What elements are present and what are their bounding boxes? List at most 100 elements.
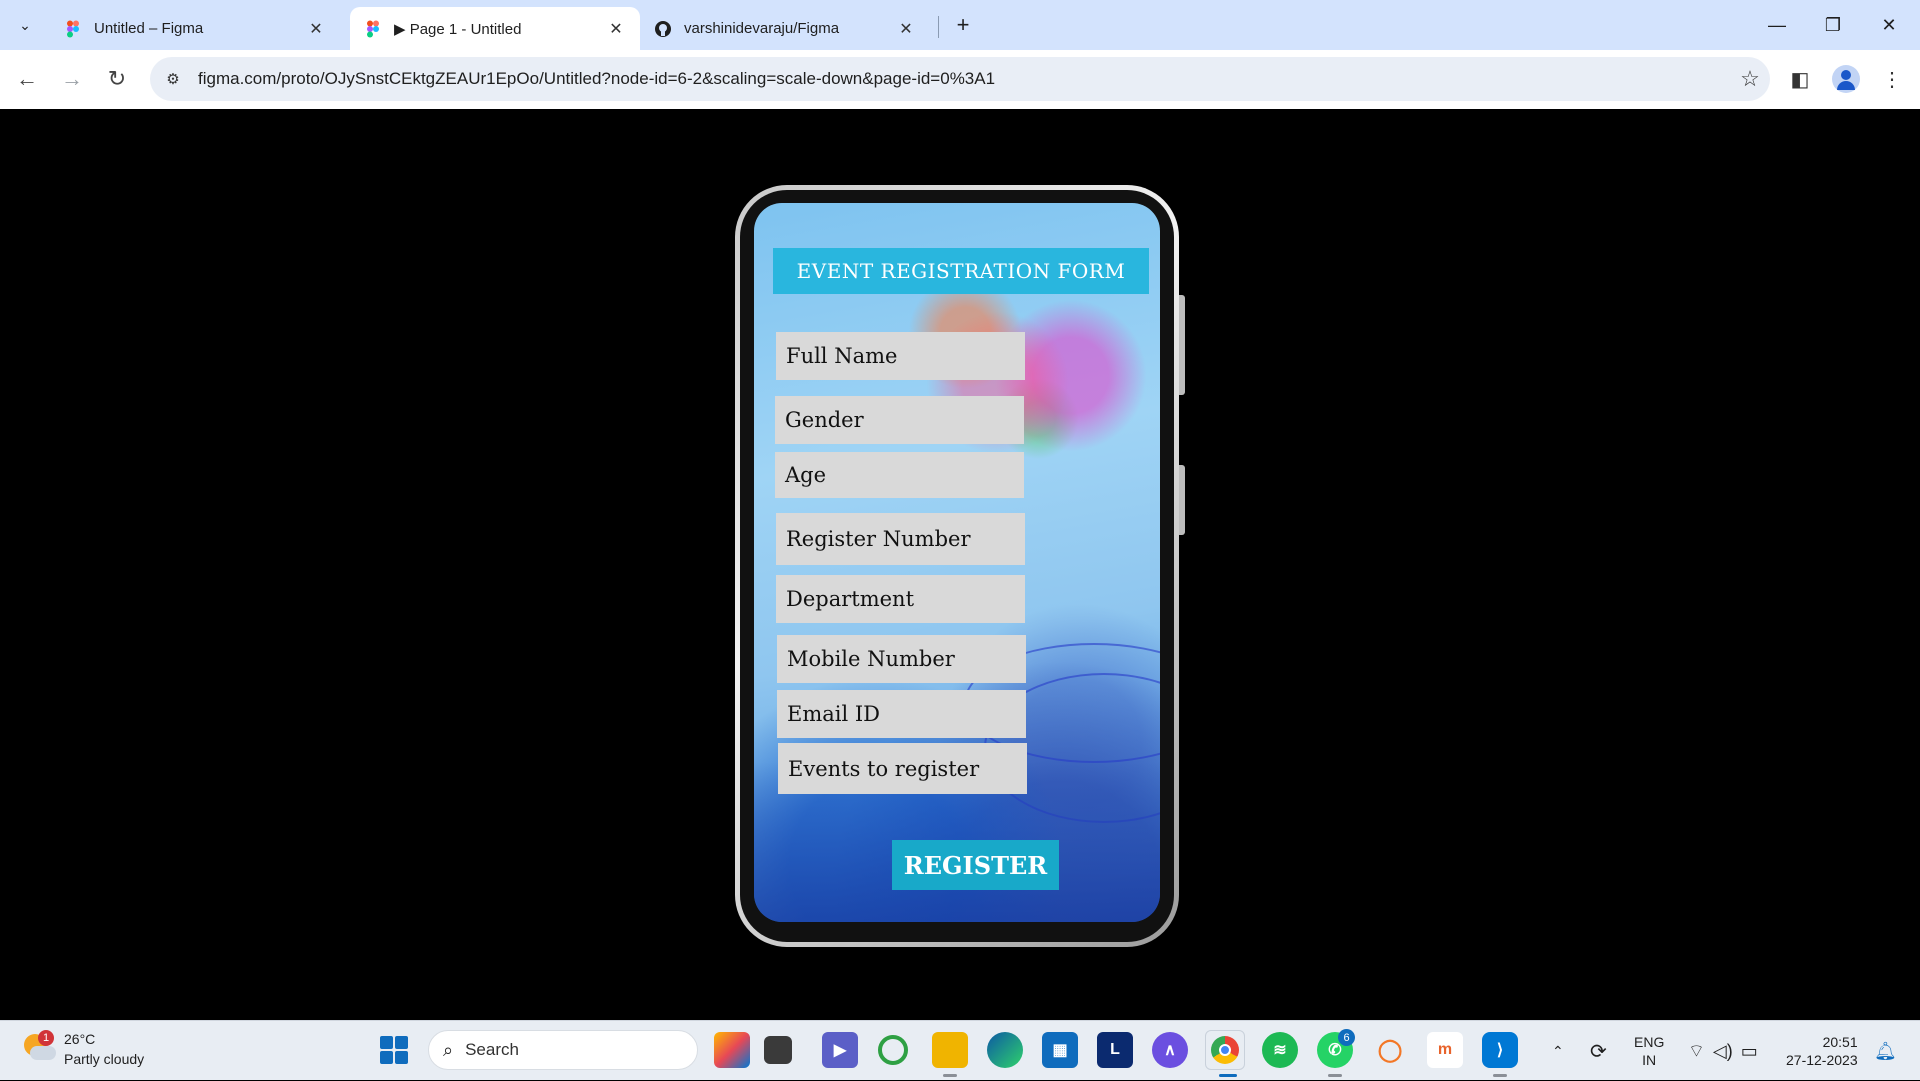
prototype-canvas: EVENT REGISTRATION FORM Full Name Gender… <box>0 109 1920 1020</box>
language-primary: ENG <box>1634 1034 1665 1050</box>
figma-icon <box>367 20 379 37</box>
teams-chat-icon[interactable]: ▶ <box>822 1032 858 1068</box>
volume-icon: ◁) <box>1712 1040 1733 1061</box>
github-icon <box>655 20 671 37</box>
department-field[interactable]: Department <box>776 575 1025 623</box>
bookmark-star-icon[interactable]: ☆ <box>1730 66 1770 92</box>
arrow-right-icon: → <box>61 66 83 91</box>
weather-description: Partly cloudy <box>64 1051 145 1067</box>
partly-cloudy-icon: 1 <box>22 1030 56 1066</box>
chevron-down-icon: ⌄ <box>19 16 31 33</box>
chevron-up-icon: ⌃ <box>1552 1042 1564 1059</box>
weather-temperature: 26°C <box>64 1031 96 1047</box>
browser-menu-button[interactable]: ⋮ <box>1875 62 1909 96</box>
system-tray-status[interactable]: ⌔ ◁) ▭ <box>1688 1021 1758 1081</box>
clock-time: 20:51 <box>1822 1034 1858 1050</box>
plus-icon: + <box>956 12 970 37</box>
phone-screen: EVENT REGISTRATION FORM Full Name Gender… <box>754 203 1160 922</box>
address-bar[interactable]: ⚙ figma.com/proto/OJySnstCEktgZEAUr1EpOo… <box>150 57 1770 101</box>
tab-title: varshinidevaraju/Figma <box>684 20 840 37</box>
windows-taskbar: 1 26°C Partly cloudy ⌕ Search ▶ ▦ L ∧ ≋ … <box>0 1020 1920 1080</box>
email-id-field[interactable]: Email ID <box>777 690 1026 738</box>
phone-side-button <box>1179 465 1185 535</box>
phone-side-button <box>1179 295 1185 395</box>
close-icon[interactable]: ✕ <box>896 19 916 39</box>
whatsapp-badge: 6 <box>1338 1029 1355 1046</box>
tab-title: ▶ Page 1 - Untitled <box>394 20 522 38</box>
spotify-icon[interactable]: ≋ <box>1262 1032 1298 1068</box>
reload-button[interactable]: ↻ <box>100 62 134 96</box>
reload-icon: ↻ <box>107 66 127 91</box>
browser-toolbar: ← → ↻ ⚙ figma.com/proto/OJySnstCEktgZEAU… <box>0 50 1920 109</box>
app-icon[interactable]: ∧ <box>1152 1032 1188 1068</box>
browser-tab-bar: ⌄ Untitled – Figma ✕ ▶ Page 1 - Untitled… <box>0 0 1920 50</box>
events-to-register-field[interactable]: Events to register <box>778 743 1027 794</box>
mobile-number-field[interactable]: Mobile Number <box>777 635 1026 683</box>
side-panel-icon: ◧ <box>1790 68 1810 91</box>
side-panel-button[interactable]: ◧ <box>1783 62 1817 96</box>
full-name-field[interactable]: Full Name <box>776 332 1025 380</box>
profile-button[interactable] <box>1829 62 1863 96</box>
l-app-icon[interactable]: L <box>1097 1032 1133 1068</box>
clock-date: 27-12-2023 <box>1786 1052 1858 1068</box>
tab-page1-untitled[interactable]: ▶ Page 1 - Untitled ✕ <box>350 7 640 50</box>
age-field[interactable]: Age <box>775 452 1024 498</box>
minimize-button[interactable]: — <box>1752 8 1802 42</box>
phone-frame: EVENT REGISTRATION FORM Full Name Gender… <box>735 185 1185 947</box>
register-number-field[interactable]: Register Number <box>776 513 1025 565</box>
arrow-left-icon: ← <box>16 66 38 91</box>
close-icon[interactable]: ✕ <box>306 19 326 39</box>
task-view-icon[interactable] <box>764 1036 792 1064</box>
refresh-app-icon[interactable] <box>878 1035 908 1065</box>
chrome-icon[interactable] <box>1205 1030 1245 1070</box>
notification-bell-icon[interactable]: 🔔︎ <box>1874 1021 1897 1081</box>
tab-search-menu-button[interactable]: ⌄ <box>9 10 41 40</box>
weather-widget[interactable]: 1 26°C Partly cloudy <box>22 1029 144 1069</box>
start-button[interactable] <box>376 1032 412 1068</box>
tab-untitled-figma[interactable]: Untitled – Figma ✕ <box>50 7 340 50</box>
battery-icon: ▭ <box>1740 1040 1758 1061</box>
tab-separator <box>938 16 939 38</box>
m-app-icon[interactable]: m <box>1427 1032 1463 1068</box>
sync-icon[interactable]: ⟳ <box>1590 1021 1607 1081</box>
vscode-icon[interactable]: ⟩ <box>1482 1032 1518 1068</box>
restore-icon: ❐ <box>1824 14 1842 35</box>
back-button[interactable]: ← <box>10 62 44 96</box>
search-placeholder: Search <box>465 1040 519 1059</box>
forward-button[interactable]: → <box>55 62 89 96</box>
form-title: EVENT REGISTRATION FORM <box>773 248 1149 294</box>
jupyter-icon[interactable]: ◯ <box>1372 1032 1408 1068</box>
store-icon[interactable]: ▦ <box>1042 1032 1078 1068</box>
phone-bezel: EVENT REGISTRATION FORM Full Name Gender… <box>740 190 1174 942</box>
profile-avatar-icon <box>1832 65 1860 93</box>
site-info-icon[interactable]: ⚙ <box>162 68 184 90</box>
language-indicator[interactable]: ENG IN <box>1634 1021 1664 1081</box>
active-indicator <box>1219 1074 1237 1077</box>
running-indicator <box>1328 1074 1342 1077</box>
taskbar-search[interactable]: ⌕ Search <box>428 1030 698 1070</box>
tray-overflow-button[interactable]: ⌃ <box>1552 1021 1564 1081</box>
close-icon: ✕ <box>1881 14 1897 35</box>
url-text[interactable]: figma.com/proto/OJySnstCEktgZEAUr1EpOo/U… <box>198 69 1730 89</box>
clock[interactable]: 20:51 27-12-2023 <box>1786 1021 1858 1081</box>
minimize-icon: — <box>1768 14 1786 35</box>
language-secondary: IN <box>1642 1052 1657 1068</box>
tab-github-figma[interactable]: varshinidevaraju/Figma ✕ <box>640 7 930 50</box>
windows-logo-icon <box>380 1036 408 1064</box>
more-vertical-icon: ⋮ <box>1882 68 1902 91</box>
new-tab-button[interactable]: + <box>948 10 978 40</box>
copilot-icon[interactable] <box>714 1032 750 1068</box>
weather-badge: 1 <box>38 1030 54 1046</box>
file-explorer-icon[interactable] <box>932 1032 968 1068</box>
gender-field[interactable]: Gender <box>775 396 1024 444</box>
restore-button[interactable]: ❐ <box>1808 8 1858 42</box>
edge-icon[interactable] <box>987 1032 1023 1068</box>
search-icon: ⌕ <box>443 1039 454 1060</box>
running-indicator <box>1493 1074 1507 1077</box>
wifi-icon: ⌔ <box>1688 1040 1705 1061</box>
tab-title: Untitled – Figma <box>94 20 204 37</box>
close-icon[interactable]: ✕ <box>606 19 626 39</box>
register-button[interactable]: REGISTER <box>892 840 1059 890</box>
close-window-button[interactable]: ✕ <box>1864 8 1914 42</box>
figma-icon <box>67 20 79 37</box>
